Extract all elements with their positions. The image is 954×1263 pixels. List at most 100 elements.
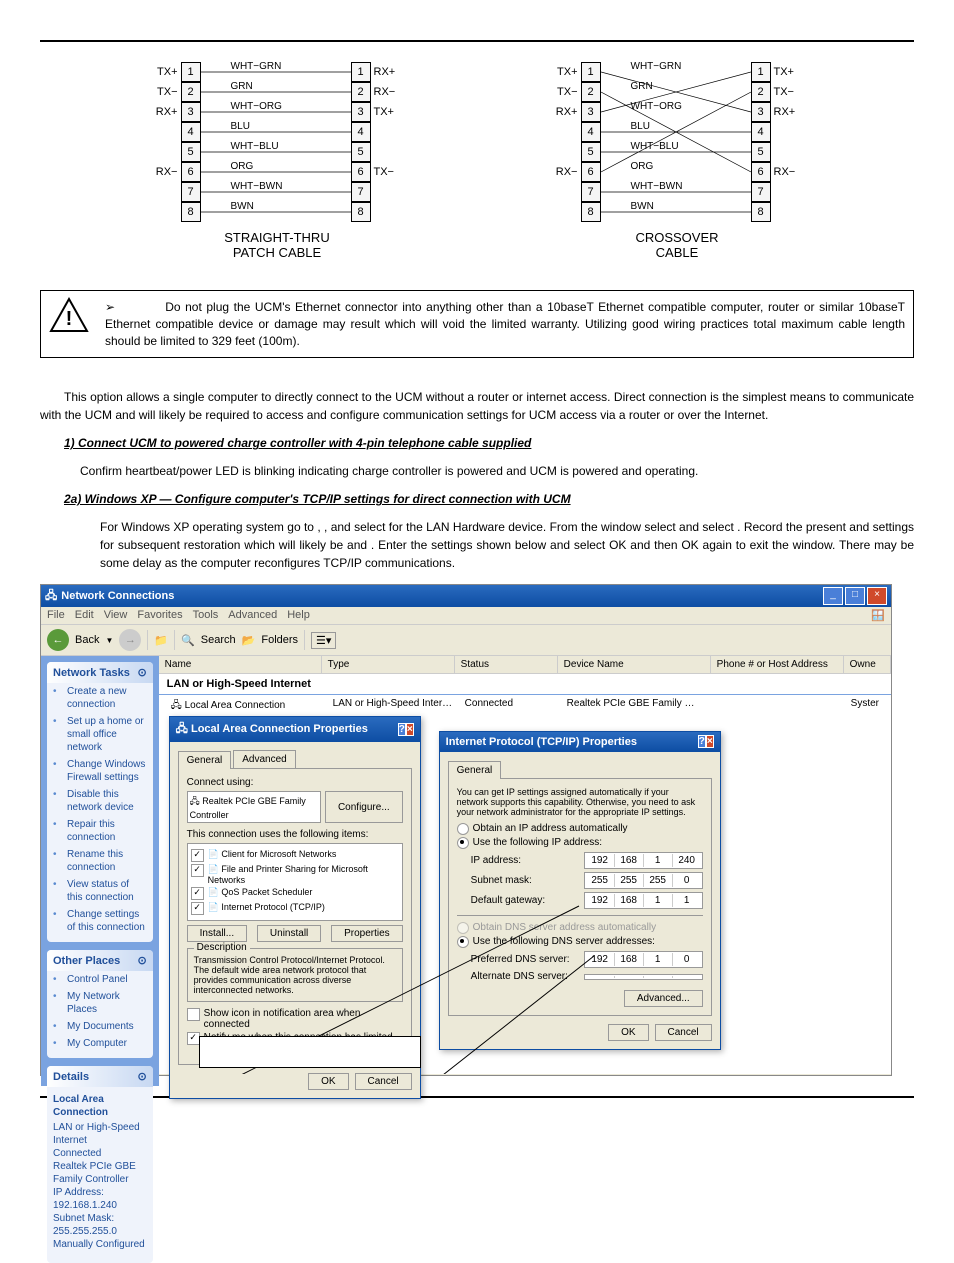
task-item[interactable]: Rename this connection — [47, 846, 153, 876]
help-button[interactable]: ? — [698, 735, 706, 748]
obtain-dns-radio[interactable] — [457, 922, 469, 934]
warning-text: Do not plug the UCM's Ethernet connector… — [105, 300, 905, 348]
col-device[interactable]: Device Name — [558, 656, 711, 673]
obtain-ip-radio[interactable] — [457, 823, 469, 835]
step-1-body: Confirm heartbeat/power LED is blinking … — [80, 462, 914, 480]
uses-label: This connection uses the following items… — [187, 829, 403, 840]
tab-general[interactable]: General — [178, 751, 232, 769]
cancel-button[interactable]: Cancel — [655, 1024, 712, 1041]
up-icon[interactable]: 📁 — [154, 634, 168, 647]
details-l5: Subnet Mask: 255.255.255.0 — [53, 1212, 147, 1238]
collapse-icon[interactable]: ⊙ — [137, 666, 146, 679]
task-item[interactable]: Create a new connection — [47, 683, 153, 713]
connection-row[interactable]: 🖧 Local Area Connection LAN or High-Spee… — [159, 695, 891, 718]
col-owner[interactable]: Owne — [844, 656, 891, 673]
tasks-head[interactable]: Network Tasks — [53, 667, 130, 679]
use-ip-radio[interactable] — [457, 837, 469, 849]
other-item[interactable]: My Documents — [47, 1018, 153, 1035]
menu-help[interactable]: Help — [287, 609, 310, 622]
advanced-button[interactable]: Advanced... — [624, 990, 703, 1007]
col-type[interactable]: Type — [322, 656, 455, 673]
details-l3: Realtek PCIe GBE Family Controller — [53, 1160, 147, 1186]
install-button[interactable]: Install... — [187, 925, 247, 942]
configure-button[interactable]: Configure... — [325, 791, 403, 823]
close-button[interactable]: × — [867, 587, 887, 605]
col-name[interactable]: Name — [159, 656, 322, 673]
other-item[interactable]: Control Panel — [47, 971, 153, 988]
straight-thru-diagram: TX+1TX−2RX+345RX−678 WHT−GRNGRNWHT−ORGBL… — [107, 62, 447, 260]
search-icon[interactable]: 🔍 — [181, 634, 195, 647]
folders-label[interactable]: Folders — [261, 634, 298, 646]
menu-edit[interactable]: Edit — [75, 609, 94, 622]
details-l6: Manually Configured — [53, 1238, 147, 1251]
other-head[interactable]: Other Places — [53, 955, 120, 967]
gateway-input[interactable]: 19216811 — [584, 892, 703, 909]
ip-address-input[interactable]: 1921681240 — [584, 852, 703, 869]
back-label[interactable]: Back — [75, 634, 99, 646]
diagram1-title: STRAIGHT-THRU PATCH CABLE — [107, 230, 447, 260]
warning-box: ! ➢ Do not plug the UCM's Ethernet conne… — [40, 290, 914, 358]
column-headers[interactable]: Name Type Status Device Name Phone # or … — [159, 656, 891, 674]
other-places-panel: Other Places ⊙ Control PanelMy Network Pl… — [47, 950, 153, 1058]
ok-button[interactable]: OK — [308, 1073, 348, 1090]
intro-text: This option allows a single computer to … — [40, 388, 914, 424]
properties-button[interactable]: Properties — [331, 925, 403, 942]
menu-view[interactable]: View — [104, 609, 128, 622]
details-panel: Details ⊙ Local Area Connection LAN or Hi… — [47, 1066, 153, 1263]
show-icon-checkbox[interactable] — [187, 1008, 200, 1021]
subnet-mask-input[interactable]: 2552552550 — [584, 872, 703, 889]
step-2a-body: For Windows XP operating system go to , … — [100, 518, 914, 572]
collapse-icon[interactable]: ⊙ — [137, 954, 146, 967]
other-item[interactable]: My Computer — [47, 1035, 153, 1052]
col-phone[interactable]: Phone # or Host Address — [711, 656, 844, 673]
col-status[interactable]: Status — [455, 656, 558, 673]
details-l2: Connected — [53, 1147, 147, 1160]
connect-using-label: Connect using: — [187, 777, 403, 788]
details-l1: LAN or High-Speed Internet — [53, 1121, 147, 1147]
tab-general[interactable]: General — [448, 761, 502, 779]
details-head[interactable]: Details — [53, 1071, 89, 1083]
details-title: Local Area Connection — [53, 1093, 147, 1119]
search-label[interactable]: Search — [201, 634, 236, 646]
other-item[interactable]: My Network Places — [47, 988, 153, 1018]
windows-flag-icon: 🪟 — [871, 609, 885, 622]
cancel-button[interactable]: Cancel — [355, 1073, 412, 1090]
menu-advanced[interactable]: Advanced — [228, 609, 277, 622]
task-item[interactable]: Set up a home or small office network — [47, 713, 153, 756]
preferred-dns-input[interactable]: 19216810 — [584, 951, 703, 968]
task-item[interactable]: View status of this connection — [47, 876, 153, 906]
alternate-dns-input[interactable] — [584, 974, 703, 980]
step-2a-head: 2a) Windows XP — Configure computer's TC… — [64, 492, 914, 506]
help-button[interactable]: ? — [398, 723, 406, 736]
tcpip-properties-dialog[interactable]: Internet Protocol (TCP/IP) Properties?× … — [439, 731, 721, 1050]
desc-head: Description — [194, 942, 250, 953]
task-item[interactable]: Change Windows Firewall settings — [47, 756, 153, 786]
menu-file[interactable]: File — [47, 609, 65, 622]
forward-button[interactable]: → — [119, 629, 141, 651]
ok-button[interactable]: OK — [608, 1024, 648, 1041]
task-item[interactable]: Change settings of this connection — [47, 906, 153, 936]
task-item[interactable]: Disable this network device — [47, 786, 153, 816]
toolbar: ← Back▼ → 📁 🔍Search 📂Folders ☰▾ — [41, 625, 891, 656]
minimize-button[interactable]: _ — [823, 587, 843, 605]
task-item[interactable]: Repair this connection — [47, 816, 153, 846]
menu-favorites[interactable]: Favorites — [137, 609, 182, 622]
close-button[interactable]: × — [406, 723, 414, 736]
window-titlebar[interactable]: 🖧 Network Connections _ □ × — [41, 585, 891, 607]
info-text: You can get IP settings assigned automat… — [457, 787, 703, 817]
menu-tools[interactable]: Tools — [193, 609, 219, 622]
tab-advanced[interactable]: Advanced — [233, 750, 295, 768]
collapse-icon[interactable]: ⊙ — [137, 1070, 146, 1083]
maximize-button[interactable]: □ — [845, 587, 865, 605]
use-dns-radio[interactable] — [457, 936, 469, 948]
lan-icon: 🖧 — [171, 700, 182, 711]
close-button[interactable]: × — [706, 735, 714, 748]
window-title: Network Connections — [61, 590, 174, 602]
app-icon: 🖧 — [45, 587, 57, 606]
views-button[interactable]: ☰▾ — [311, 632, 336, 649]
uninstall-button[interactable]: Uninstall — [257, 925, 321, 942]
folders-icon[interactable]: 📂 — [242, 634, 256, 647]
back-button[interactable]: ← — [47, 629, 69, 651]
screenshot-network-connections: 🖧 Network Connections _ □ × File Edit Vie… — [40, 584, 892, 1076]
cable-diagrams: TX+1TX−2RX+345RX−678 WHT−GRNGRNWHT−ORGBL… — [40, 62, 914, 260]
